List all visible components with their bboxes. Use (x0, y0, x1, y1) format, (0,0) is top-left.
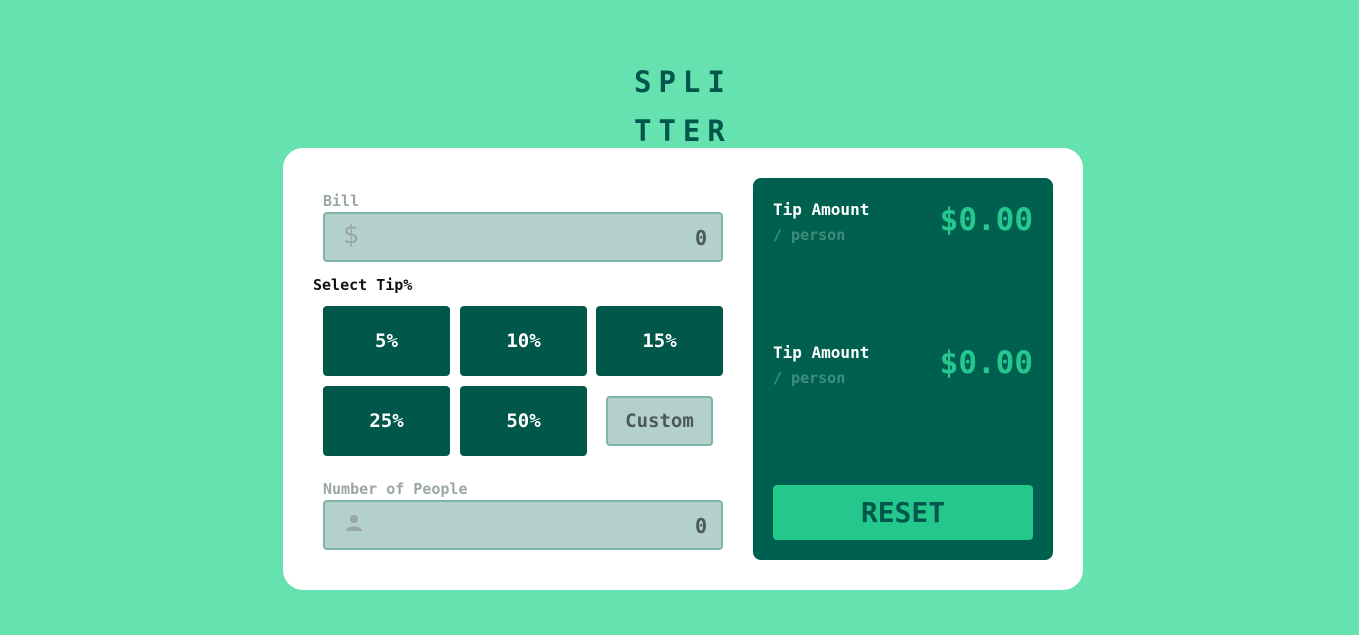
tip-button-25[interactable]: 25% (323, 386, 450, 456)
tip-amount-sub: / person (773, 226, 846, 244)
total-title: Tip Amount (773, 343, 870, 362)
tip-button-10[interactable]: 10% (460, 306, 587, 376)
total-value: $0.00 (939, 345, 1033, 381)
bill-input[interactable]: $ 0 (323, 212, 723, 262)
dollar-icon: $ (343, 220, 360, 250)
total-sub: / person (773, 369, 846, 387)
people-input[interactable]: 0 (323, 500, 723, 550)
app-logo: SPLI TTER (634, 58, 744, 156)
tip-button-50[interactable]: 50% (460, 386, 587, 456)
reset-button[interactable]: RESET (773, 485, 1033, 540)
tip-amount-title: Tip Amount (773, 200, 870, 219)
custom-tip-input[interactable]: Custom (606, 396, 713, 446)
results-panel: Tip Amount / person $0.00 Tip Amount / p… (753, 178, 1053, 560)
tip-button-5[interactable]: 5% (323, 306, 450, 376)
tip-amount-value: $0.00 (939, 202, 1033, 238)
select-tip-label: Select Tip% (313, 276, 413, 294)
person-icon (346, 515, 362, 531)
tip-button-15[interactable]: 15% (596, 306, 723, 376)
calculator-card: Bill $ 0 Select Tip% 5% 10% 15% 25% 50% … (283, 148, 1083, 590)
bill-value: 0 (694, 226, 707, 250)
bill-label: Bill (323, 192, 360, 210)
logo-line-1: SPLI (634, 65, 732, 99)
people-value: 0 (694, 514, 707, 538)
people-label: Number of People (323, 480, 468, 498)
